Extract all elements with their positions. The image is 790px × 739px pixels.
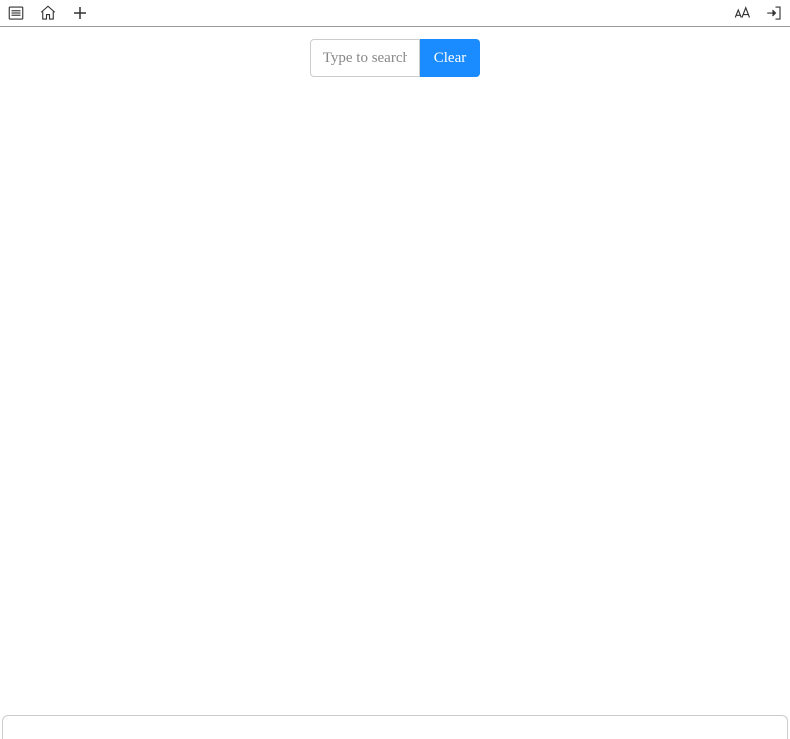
- home-icon[interactable]: [38, 3, 58, 23]
- font-size-icon[interactable]: [732, 3, 752, 23]
- enter-icon[interactable]: [764, 3, 784, 23]
- add-icon[interactable]: [70, 3, 90, 23]
- main-content: Clear: [0, 27, 790, 77]
- bottom-panel[interactable]: [2, 715, 788, 739]
- toolbar-right: [732, 3, 784, 23]
- toolbar-left: [6, 3, 90, 23]
- search-input[interactable]: [310, 39, 420, 77]
- clear-button[interactable]: Clear: [420, 39, 480, 77]
- toolbar: [0, 0, 790, 27]
- search-group: Clear: [310, 39, 480, 77]
- list-icon[interactable]: [6, 3, 26, 23]
